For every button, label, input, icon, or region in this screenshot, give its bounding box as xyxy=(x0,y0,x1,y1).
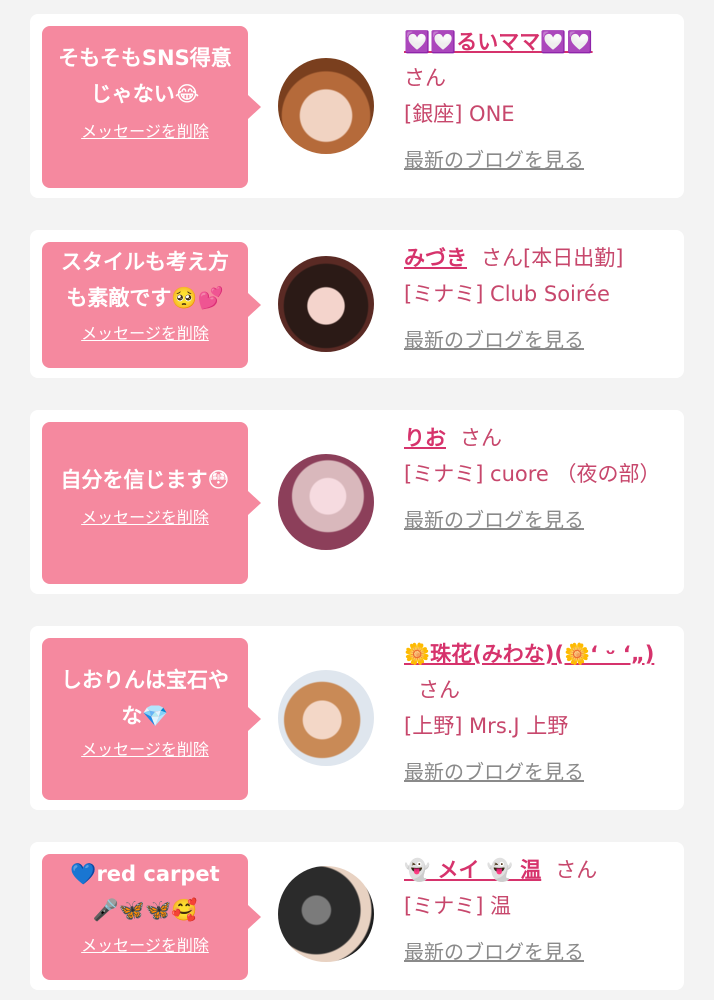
message-text-line: スタイルも考え方 xyxy=(61,250,229,274)
view-latest-blog-link[interactable]: 最新のブログを見る xyxy=(404,934,584,970)
message-text-line: しおりんは宝石や xyxy=(61,668,229,692)
profile-name-link[interactable]: 🌼珠花(みわな)(🌼‘ ᵕ ‘„) xyxy=(404,642,654,666)
profile-name-link[interactable]: 💟💟るいママ💟💟 xyxy=(404,30,593,54)
message-text-line: 🎤🦋🦋🥰 xyxy=(92,898,198,922)
message-text: 自分を信じます😳 xyxy=(48,462,242,498)
message-card: そもそもSNS得意 じゃない😂 メッセージを削除 💟💟るいママ💟💟 さん [銀座… xyxy=(30,14,684,198)
message-text-line: 💙red carpet xyxy=(70,862,220,886)
honorific: さん xyxy=(460,426,502,450)
shop-label: [ミナミ] cuore （夜の部） xyxy=(404,462,661,486)
message-text: しおりんは宝石や な💎 xyxy=(48,662,242,734)
message-text-line: も素敵です🥺💕 xyxy=(66,286,224,310)
shop-label: [ミナミ] Club Soirée xyxy=(404,282,610,306)
message-text-line: 自分を信じます😳 xyxy=(60,468,230,492)
message-card: スタイルも考え方 も素敵です🥺💕 メッセージを削除 みづき さん[本日出勤] [ミ… xyxy=(30,230,684,378)
delete-message-link[interactable]: メッセージを削除 xyxy=(81,932,209,956)
message-text-line: じゃない😂 xyxy=(90,82,200,106)
message-text: 💙red carpet 🎤🦋🦋🥰 xyxy=(48,856,242,928)
message-card: 💙red carpet 🎤🦋🦋🥰 メッセージを削除 👻 メイ 👻 温さん [ミナ… xyxy=(30,842,684,990)
shop-label: [銀座] ONE xyxy=(404,102,515,126)
message-bubble: 💙red carpet 🎤🦋🦋🥰 メッセージを削除 xyxy=(42,854,261,980)
shop-label: [上野] Mrs.J 上野 xyxy=(404,714,569,738)
profile-name-link[interactable]: 👻 メイ 👻 温 xyxy=(404,858,541,882)
avatar[interactable] xyxy=(278,58,374,154)
message-text-line: な💎 xyxy=(121,704,169,728)
delete-message-link[interactable]: メッセージを削除 xyxy=(81,320,209,344)
delete-message-link[interactable]: メッセージを削除 xyxy=(81,504,209,528)
honorific: さん xyxy=(418,678,460,702)
avatar[interactable] xyxy=(278,670,374,766)
view-latest-blog-link[interactable]: 最新のブログを見る xyxy=(404,754,584,790)
message-text: スタイルも考え方 も素敵です🥺💕 xyxy=(48,244,242,316)
delete-message-link[interactable]: メッセージを削除 xyxy=(81,118,209,142)
shop-label: [ミナミ] 温 xyxy=(404,894,512,918)
avatar[interactable] xyxy=(278,256,374,352)
profile-info: りお さん [ミナミ] cuore （夜の部） 最新のブログを見る xyxy=(404,420,670,538)
honorific: さん xyxy=(404,66,446,90)
profile-info: みづき さん[本日出勤] [ミナミ] Club Soirée 最新のブログを見る xyxy=(404,240,670,358)
message-text-line: そもそもSNS得意 xyxy=(58,46,232,70)
message-bubble: しおりんは宝石や な💎 メッセージを削除 xyxy=(42,638,261,800)
delete-message-link[interactable]: メッセージを削除 xyxy=(81,736,209,760)
view-latest-blog-link[interactable]: 最新のブログを見る xyxy=(404,142,584,178)
honorific: さん xyxy=(555,858,598,882)
message-card: しおりんは宝石や な💎 メッセージを削除 🌼珠花(みわな)(🌼‘ ᵕ ‘„) さん… xyxy=(30,626,684,810)
message-text: そもそもSNS得意 じゃない😂 xyxy=(48,40,242,112)
profile-info: 💟💟るいママ💟💟 さん [銀座] ONE 最新のブログを見る xyxy=(404,24,670,178)
view-latest-blog-link[interactable]: 最新のブログを見る xyxy=(404,322,584,358)
message-bubble: スタイルも考え方 も素敵です🥺💕 メッセージを削除 xyxy=(42,242,261,368)
profile-info: 👻 メイ 👻 温さん [ミナミ] 温 最新のブログを見る xyxy=(404,852,670,970)
name-suffix: [本日出勤] xyxy=(523,246,624,270)
honorific: さん xyxy=(481,246,523,270)
view-latest-blog-link[interactable]: 最新のブログを見る xyxy=(404,502,584,538)
profile-name-link[interactable]: みづき xyxy=(404,246,467,270)
message-bubble: そもそもSNS得意 じゃない😂 メッセージを削除 xyxy=(42,26,261,188)
avatar[interactable] xyxy=(278,866,374,962)
avatar[interactable] xyxy=(278,454,374,550)
profile-name-link[interactable]: りお xyxy=(404,426,446,450)
profile-info: 🌼珠花(みわな)(🌼‘ ᵕ ‘„) さん [上野] Mrs.J 上野 最新のブログ… xyxy=(404,636,670,790)
message-card: 自分を信じます😳 メッセージを削除 りお さん [ミナミ] cuore （夜の部）… xyxy=(30,410,684,594)
message-bubble: 自分を信じます😳 メッセージを削除 xyxy=(42,422,261,584)
